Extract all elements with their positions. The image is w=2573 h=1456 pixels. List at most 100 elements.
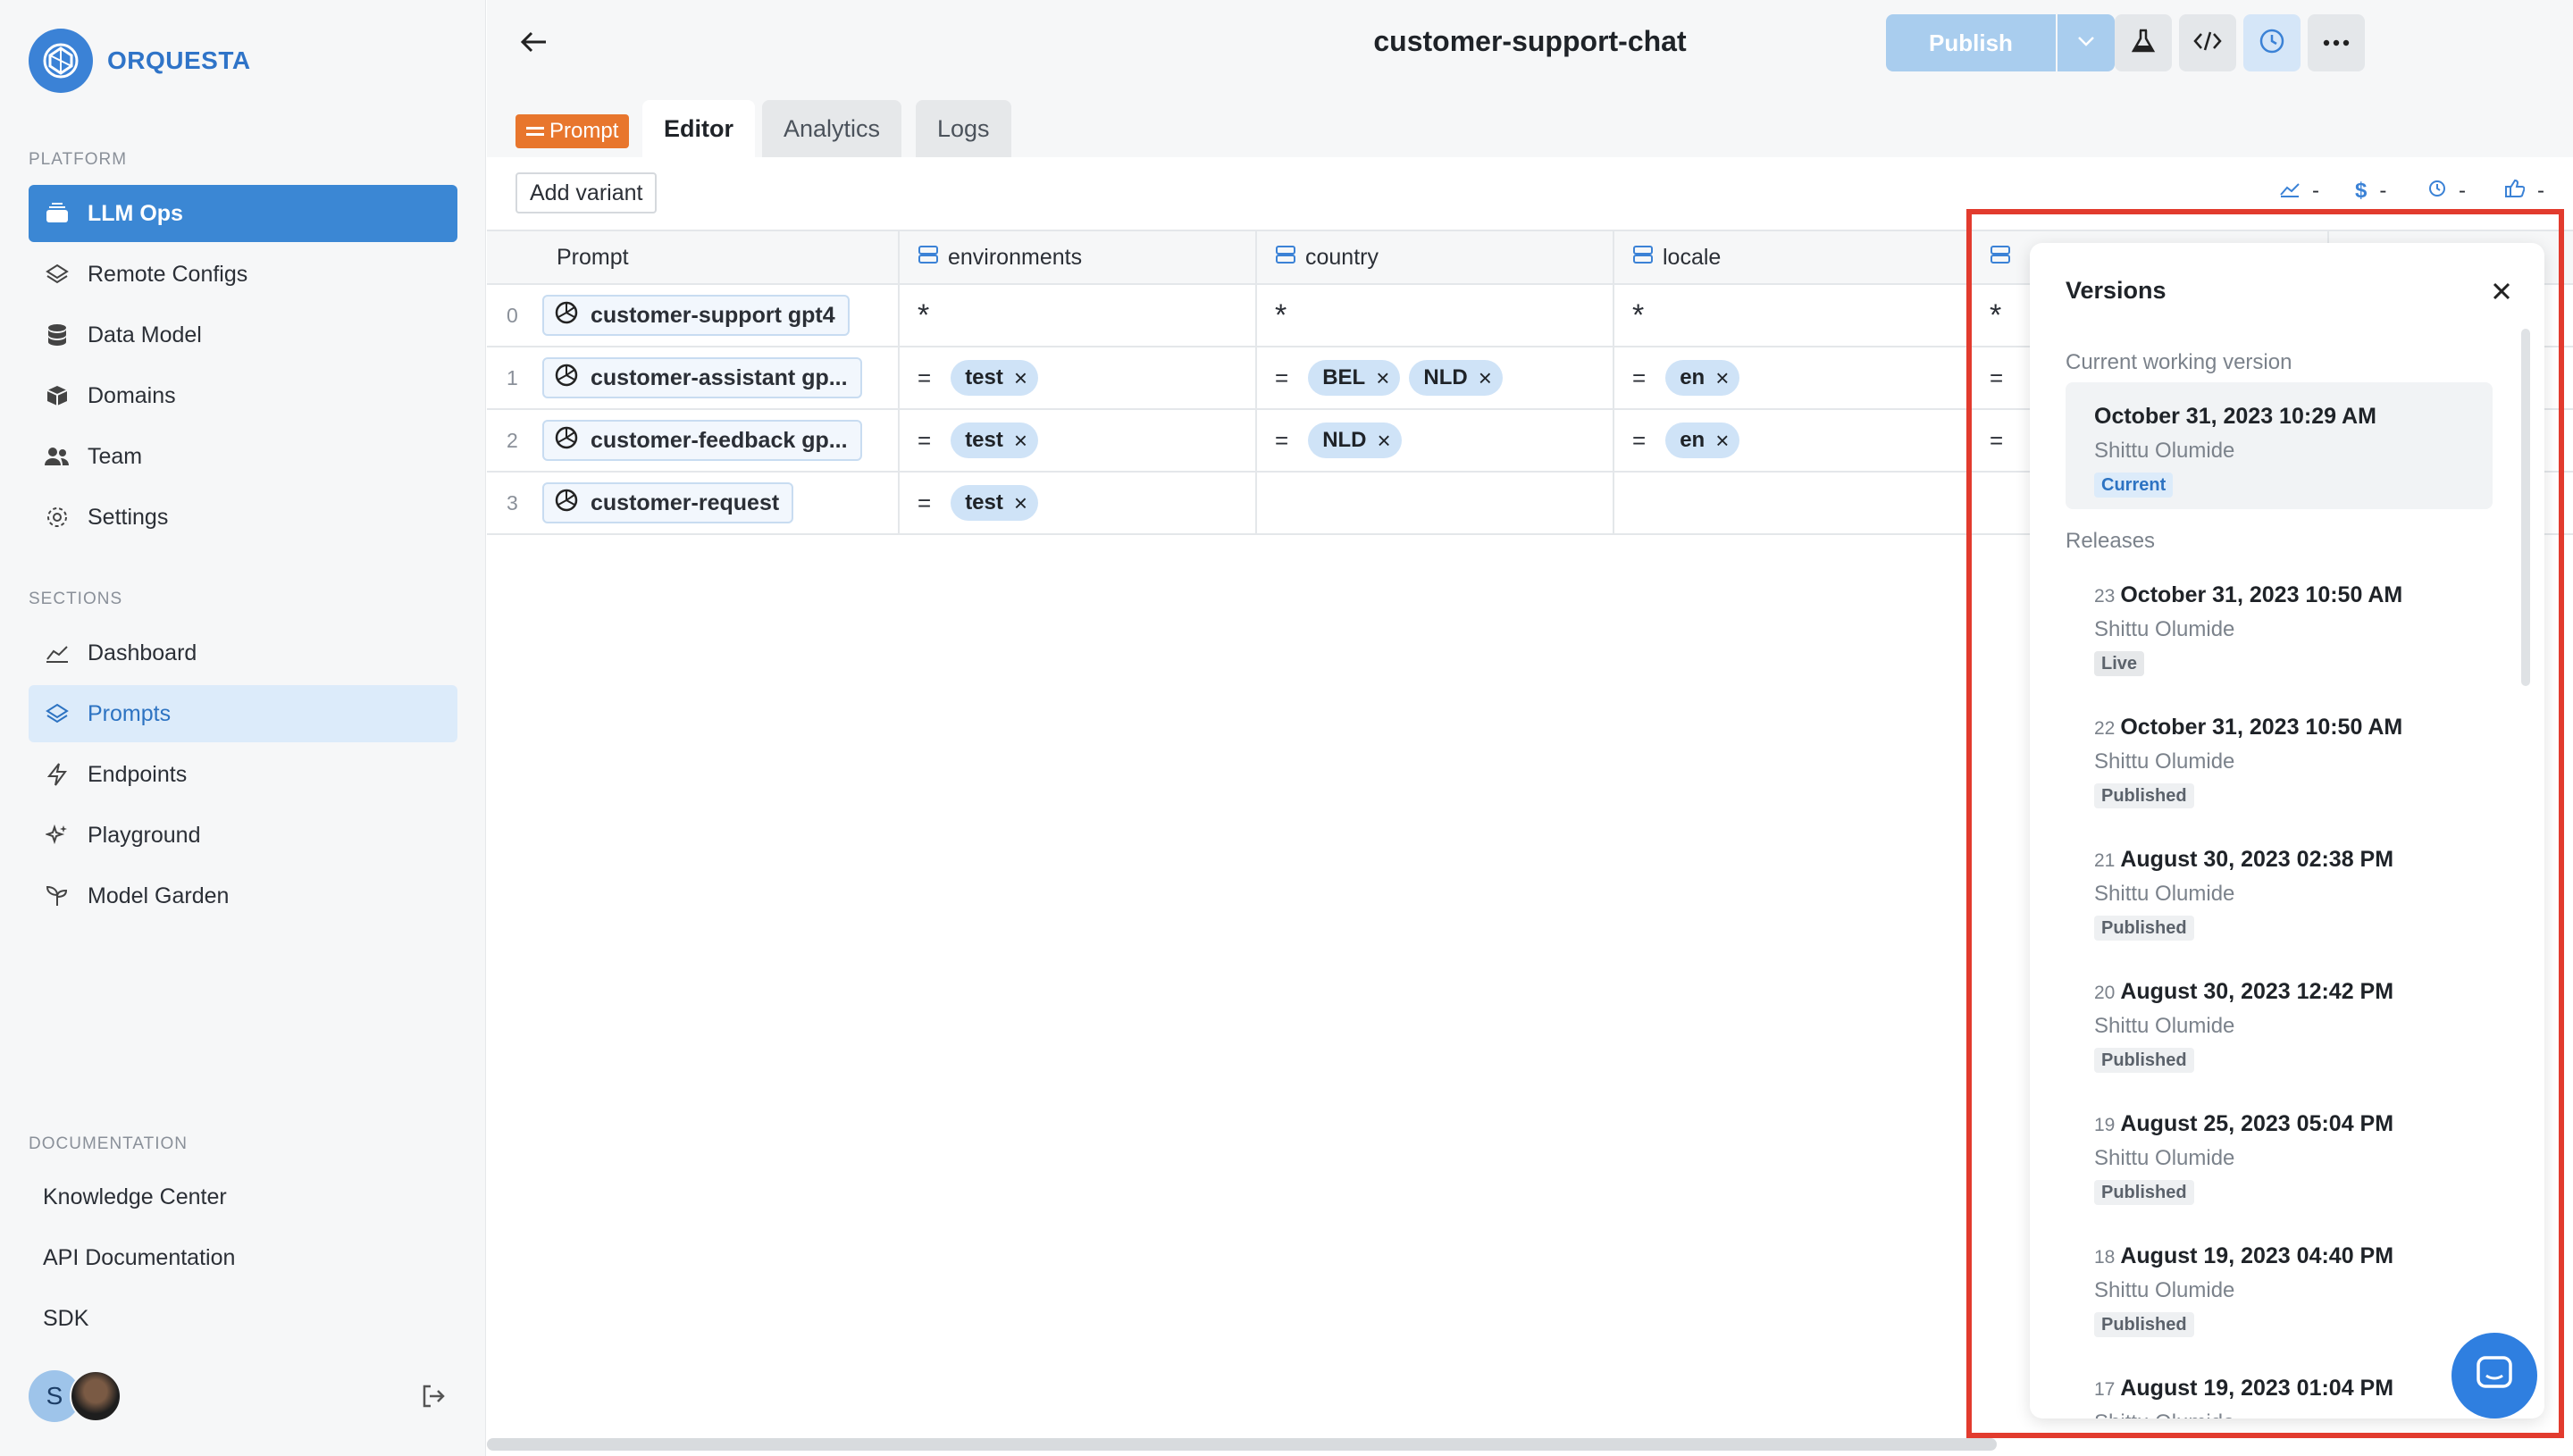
sidebar-item-label: Dashboard xyxy=(88,640,197,665)
metric-value: - xyxy=(2312,179,2319,203)
chart-line-icon xyxy=(43,639,71,667)
locale-cell[interactable]: * xyxy=(1614,285,1972,346)
publish-button[interactable]: Publish xyxy=(1886,14,2056,71)
remove-icon[interactable]: × xyxy=(1014,427,1027,455)
variant-chip[interactable]: customer-support gpt4 xyxy=(542,295,850,336)
variant-name: customer-request xyxy=(591,490,780,515)
equals-icon xyxy=(526,119,544,144)
sidebar-item-prompts[interactable]: Prompts xyxy=(29,685,457,742)
operator: = xyxy=(1632,364,1647,391)
tab-analytics[interactable]: Analytics xyxy=(762,100,902,157)
remove-icon[interactable]: × xyxy=(1479,364,1492,392)
metric-latency[interactable]: - xyxy=(2428,179,2466,204)
prompt-cell[interactable]: customer-request xyxy=(487,473,900,533)
metric-trend[interactable]: - xyxy=(2280,179,2319,204)
variant-chip[interactable]: customer-feedback gp... xyxy=(542,420,862,461)
value-pill[interactable]: test × xyxy=(951,360,1039,396)
value-pill[interactable]: BEL × xyxy=(1308,360,1401,396)
column-header-locale[interactable]: locale xyxy=(1614,231,1972,283)
metric-value: - xyxy=(2379,179,2387,203)
avatar-photo[interactable] xyxy=(70,1370,122,1422)
metric-feedback[interactable]: - xyxy=(2505,179,2544,204)
sidebar-item-llm-ops[interactable]: LLM Ops xyxy=(29,185,457,242)
doc-link-sdk[interactable]: SDK xyxy=(43,1306,88,1332)
variant-chip[interactable]: customer-request xyxy=(542,482,794,523)
remove-icon[interactable]: × xyxy=(1376,364,1389,392)
sidebar-item-settings[interactable]: Settings xyxy=(29,489,457,546)
locale-cell[interactable]: = en × xyxy=(1614,410,1972,471)
doc-link-knowledge-center[interactable]: Knowledge Center xyxy=(43,1184,227,1210)
country-cell[interactable] xyxy=(1257,473,1614,533)
environments-cell[interactable]: = test × xyxy=(900,347,1257,408)
versions-history-button[interactable] xyxy=(2243,14,2301,71)
sidebar-item-label: Remote Configs xyxy=(88,261,248,287)
value-pill[interactable]: test × xyxy=(951,423,1039,458)
prompt-cell[interactable]: customer-feedback gp... xyxy=(487,410,900,471)
environments-cell[interactable]: = test × xyxy=(900,410,1257,471)
sidebar-item-endpoints[interactable]: Endpoints xyxy=(29,746,457,803)
prompt-cell[interactable]: customer-assistant gp... xyxy=(487,347,900,408)
code-button[interactable] xyxy=(2179,14,2236,71)
pill-label: test xyxy=(965,490,1003,515)
sidebar-item-label: Team xyxy=(88,443,143,469)
flask-icon xyxy=(2130,28,2157,59)
locale-cell[interactable]: = en × xyxy=(1614,347,1972,408)
variant-chip[interactable]: customer-assistant gp... xyxy=(542,357,862,398)
locale-cell[interactable] xyxy=(1614,473,1972,533)
sidebar-item-domains[interactable]: Domains xyxy=(29,367,457,424)
sidebar-item-remote-configs[interactable]: Remote Configs xyxy=(29,246,457,303)
remove-icon[interactable]: × xyxy=(1014,364,1027,392)
sections-section-title: SECTIONS xyxy=(29,590,123,608)
value-pill[interactable]: NLD × xyxy=(1409,360,1503,396)
value-pill[interactable]: NLD × xyxy=(1308,423,1402,458)
bolt-icon xyxy=(43,760,71,789)
column-header-prompt[interactable]: Prompt xyxy=(487,231,900,283)
remove-icon[interactable]: × xyxy=(1715,427,1729,455)
chat-launcher-button[interactable] xyxy=(2451,1333,2537,1418)
pill-label: BEL xyxy=(1322,365,1366,389)
stack-icon xyxy=(43,199,71,228)
field-icon xyxy=(1632,244,1654,272)
tab-logs[interactable]: Logs xyxy=(916,100,1011,157)
logout-icon[interactable] xyxy=(420,1383,447,1414)
pill-label: test xyxy=(965,428,1003,452)
prompt-cell[interactable]: customer-support gpt4 xyxy=(487,285,900,346)
environments-cell[interactable]: = test × xyxy=(900,473,1257,533)
variant-name: customer-assistant gp... xyxy=(591,364,848,390)
database-icon xyxy=(43,321,71,349)
openai-icon xyxy=(553,299,580,332)
horizontal-scrollbar[interactable] xyxy=(487,1438,1997,1451)
remove-icon[interactable]: × xyxy=(1715,364,1729,392)
sidebar-item-dashboard[interactable]: Dashboard xyxy=(29,624,457,682)
tabs-bar: Prompt Editor Analytics Logs xyxy=(487,86,2573,157)
sidebar-item-model-garden[interactable]: Model Garden xyxy=(29,867,457,925)
doc-link-api-documentation[interactable]: API Documentation xyxy=(43,1245,235,1271)
tab-editor[interactable]: Editor xyxy=(642,100,755,157)
value-pill[interactable]: en × xyxy=(1665,360,1740,396)
column-header-country[interactable]: country xyxy=(1257,231,1614,283)
openai-icon xyxy=(553,424,580,457)
gear-icon xyxy=(43,503,71,531)
add-variant-button[interactable]: Add variant xyxy=(515,172,658,213)
test-flask-button[interactable] xyxy=(2115,14,2172,71)
more-options-button[interactable] xyxy=(2308,14,2365,71)
country-cell[interactable]: * xyxy=(1257,285,1614,346)
variant-name: customer-feedback gp... xyxy=(591,427,848,453)
publish-options-button[interactable] xyxy=(2058,14,2115,71)
sidebar-item-data-model[interactable]: Data Model xyxy=(29,306,457,364)
remove-icon[interactable]: × xyxy=(1014,490,1027,517)
user-avatars[interactable]: S xyxy=(29,1370,122,1422)
brand-logo[interactable]: ORQUESTA xyxy=(29,29,251,93)
column-header-environments[interactable]: environments xyxy=(900,231,1257,283)
sidebar-item-label: Model Garden xyxy=(88,883,230,908)
metric-cost[interactable]: $ - xyxy=(2355,179,2386,204)
country-cell[interactable]: = BEL × NLD × xyxy=(1257,347,1614,408)
country-cell[interactable]: = NLD × xyxy=(1257,410,1614,471)
environments-cell[interactable]: * xyxy=(900,285,1257,346)
value-pill[interactable]: test × xyxy=(951,485,1039,521)
remove-icon[interactable]: × xyxy=(1378,427,1391,455)
sidebar-item-playground[interactable]: Playground xyxy=(29,807,457,864)
sidebar-item-team[interactable]: Team xyxy=(29,428,457,485)
code-icon xyxy=(2193,29,2222,57)
value-pill[interactable]: en × xyxy=(1665,423,1740,458)
